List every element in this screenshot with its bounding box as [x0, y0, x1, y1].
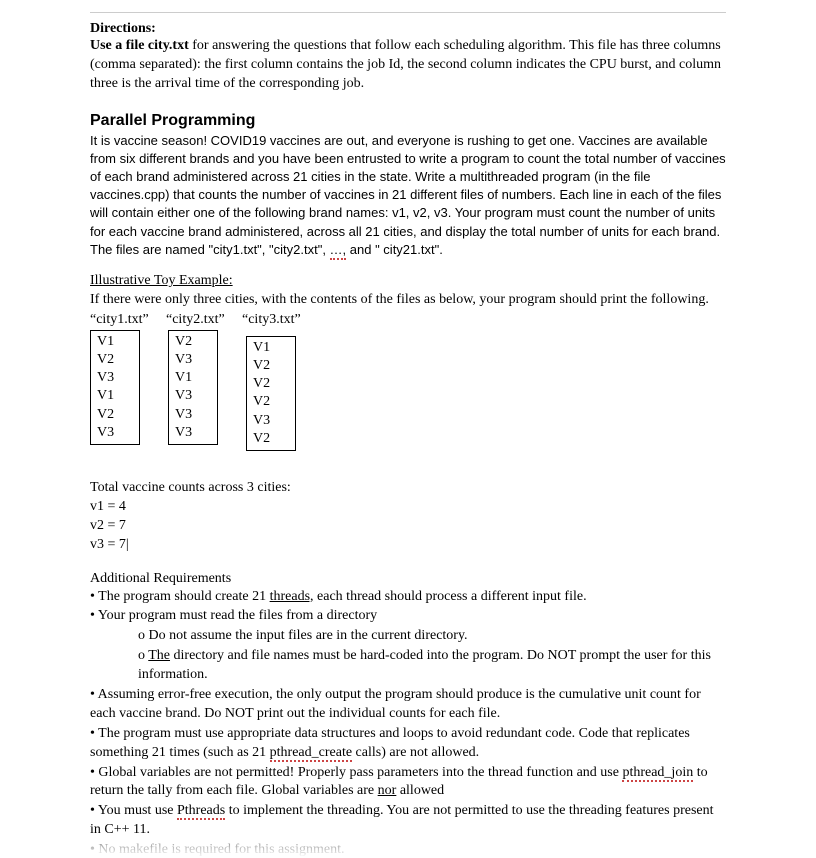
req-2-o2: o The directory and file names must be h…	[138, 647, 726, 685]
req-3: • Assuming error-free execution, the onl…	[90, 686, 726, 724]
spellcheck-pthreads: Pthreads	[177, 803, 225, 820]
directions-body: Use a file city.txt for answering the qu…	[90, 37, 726, 94]
req-4: • The program must use appropriate data …	[90, 725, 726, 763]
totals-line: v2 = 7	[90, 517, 726, 536]
spellcheck-pthread-join: pthread_join	[622, 765, 693, 782]
underlined-nor: nor	[378, 783, 397, 798]
text-cursor-icon	[126, 537, 129, 552]
section-body-text-a: It is vaccine season! COVID19 vaccines a…	[90, 133, 726, 257]
file2-line: V3	[175, 406, 211, 424]
file-box-3: V1 V2 V2 V2 V3 V2	[246, 336, 296, 451]
document-page: Directions: Use a file city.txt for answ…	[0, 0, 816, 858]
file-label-2: “city2.txt”	[166, 312, 234, 328]
req-5: • Global variables are not permitted! Pr…	[90, 764, 726, 802]
example-intro: If there were only three cities, with th…	[90, 291, 726, 310]
file3-line: V2	[253, 375, 289, 393]
section-body-text-b: and " city21.txt".	[346, 242, 443, 257]
totals-line: v1 = 4	[90, 498, 726, 517]
file-box-1: V1 V2 V3 V1 V2 V3	[90, 330, 140, 445]
file-col-3: V1 V2 V2 V2 V3 V2	[246, 336, 296, 451]
file1-line: V2	[97, 406, 133, 424]
directions-heading: Directions:	[90, 21, 156, 36]
directions-block: Directions: Use a file city.txt for answ…	[90, 21, 726, 94]
ellipsis-underlined: …,	[330, 242, 347, 260]
underlined-the: The	[148, 648, 170, 663]
file3-line: V2	[253, 430, 289, 448]
totals-heading: Total vaccine counts across 3 cities:	[90, 479, 726, 498]
file-labels-row: “city1.txt” “city2.txt” “city3.txt”	[90, 312, 726, 328]
file3-line: V2	[253, 357, 289, 375]
underlined-threads: threads,	[270, 589, 314, 604]
additional-heading: Additional Requirements	[90, 571, 726, 587]
file2-line: V3	[175, 424, 211, 442]
req-1: • The program should create 21 threads, …	[90, 588, 726, 607]
section-body: It is vaccine season! COVID19 vaccines a…	[90, 132, 726, 259]
file1-line: V2	[97, 351, 133, 369]
file1-line: V3	[97, 369, 133, 387]
section-title: Parallel Programming	[90, 112, 726, 130]
additional-body: • The program should create 21 threads, …	[90, 588, 726, 858]
file1-line: V1	[97, 387, 133, 405]
file-label-1: “city1.txt”	[90, 312, 158, 328]
file-col-2: V2 V3 V1 V3 V3 V3	[168, 330, 218, 445]
file3-line: V1	[253, 339, 289, 357]
example-heading: Illustrative Toy Example:	[90, 273, 726, 289]
file-label-3: “city3.txt”	[242, 312, 310, 328]
file2-line: V3	[175, 387, 211, 405]
page-top-rule	[90, 12, 726, 13]
file2-line: V3	[175, 351, 211, 369]
req-2: • Your program must read the files from …	[90, 607, 726, 626]
req-2-o1: o Do not assume the input files are in t…	[138, 627, 726, 646]
file-boxes-row: V1 V2 V3 V1 V2 V3 V2 V3 V1 V3 V3 V3 V1 V…	[90, 330, 726, 451]
file2-line: V2	[175, 333, 211, 351]
totals-block: Total vaccine counts across 3 cities: v1…	[90, 479, 726, 555]
file-box-2: V2 V3 V1 V3 V3 V3	[168, 330, 218, 445]
file3-line: V2	[253, 393, 289, 411]
bottom-fade	[0, 844, 816, 858]
file1-line: V1	[97, 333, 133, 351]
file1-line: V3	[97, 424, 133, 442]
file-col-1: V1 V2 V3 V1 V2 V3	[90, 330, 140, 445]
totals-line-cursor: v3 = 7	[90, 536, 726, 555]
req-2-sub: o Do not assume the input files are in t…	[90, 627, 726, 685]
file3-line: V3	[253, 412, 289, 430]
req-6: • You must use Pthreads to implement the…	[90, 802, 726, 840]
file2-line: V1	[175, 369, 211, 387]
spellcheck-pthread-create: pthread_create	[270, 745, 352, 762]
